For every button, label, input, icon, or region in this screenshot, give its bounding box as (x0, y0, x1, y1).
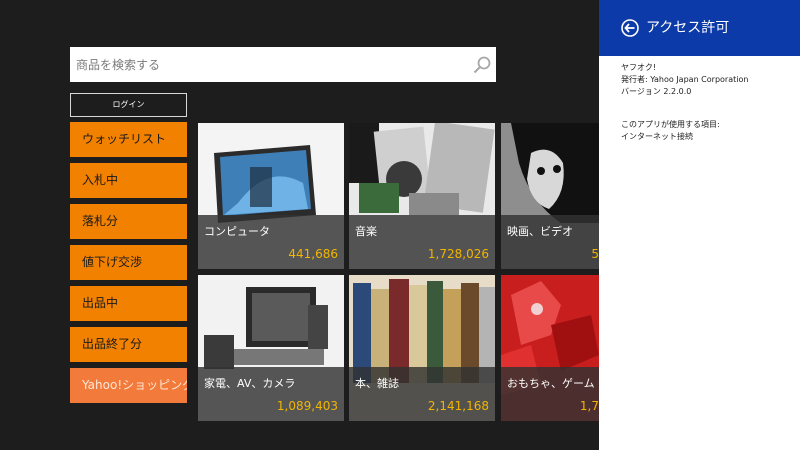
menu-item-price-negotiation[interactable]: 値下げ交渉 (70, 245, 187, 280)
category-tile-books[interactable]: 本、雑誌 2,141,168 (349, 275, 495, 421)
tile-count: 441,686 (288, 247, 338, 261)
category-tile-movie[interactable]: 映画、ビデオ 5 (501, 123, 599, 269)
tile-count: 5 (591, 247, 599, 261)
tile-label: 本、雑誌 (355, 377, 399, 390)
tile-label: コンピュータ (204, 225, 270, 238)
tile-count: 1,089,403 (276, 399, 338, 413)
tile-label: 音楽 (355, 225, 377, 238)
category-tile-toys[interactable]: おもちゃ、ゲーム 1,7 (501, 275, 599, 421)
menu-item-yahoo-shopping[interactable]: Yahoo!ショッピング (70, 368, 187, 403)
tile-count: 1,7 (579, 399, 599, 413)
search-input[interactable] (70, 47, 460, 82)
tile-count: 2,141,168 (427, 399, 489, 413)
publisher-text: 発行者: Yahoo Japan Corporation (621, 75, 749, 84)
panel-title: アクセス許可 (646, 20, 730, 36)
panel-header: アクセス許可 (599, 0, 800, 56)
category-tile-computer[interactable]: コンピュータ 441,686 (198, 123, 344, 269)
category-tile-electronics[interactable]: 家電、AV、カメラ 1,089,403 (198, 275, 344, 421)
tile-label: 映画、ビデオ (507, 225, 573, 238)
permissions-panel: アクセス許可 ヤフオク! 発行者: Yahoo Japan Corporatio… (599, 0, 800, 450)
category-tile-music[interactable]: 音楽 1,728,026 (349, 123, 495, 269)
menu-item-won[interactable]: 落札分 (70, 204, 187, 239)
app-name: ヤフオク! (621, 63, 657, 72)
uses-heading: このアプリが使用する項目: (621, 120, 720, 129)
menu-item-selling-ended[interactable]: 出品終了分 (70, 327, 187, 362)
search-icon[interactable] (472, 55, 492, 75)
menu-item-watchlist[interactable]: ウォッチリスト (70, 122, 187, 157)
uses-item: インターネット接続 (621, 132, 693, 141)
search-box[interactable] (70, 47, 496, 82)
back-arrow-icon[interactable] (621, 19, 639, 37)
tile-count: 1,728,026 (427, 247, 489, 261)
app-window: ログイン ウォッチリスト 入札中 落札分 値下げ交渉 出品中 出品終了分 Yah… (0, 0, 800, 450)
tile-label: 家電、AV、カメラ (204, 377, 296, 390)
version-text: バージョン 2.2.0.0 (621, 87, 692, 96)
tile-label: おもちゃ、ゲーム (507, 377, 595, 390)
menu-item-bidding[interactable]: 入札中 (70, 163, 187, 198)
menu-item-selling[interactable]: 出品中 (70, 286, 187, 321)
login-button[interactable]: ログイン (70, 93, 187, 117)
